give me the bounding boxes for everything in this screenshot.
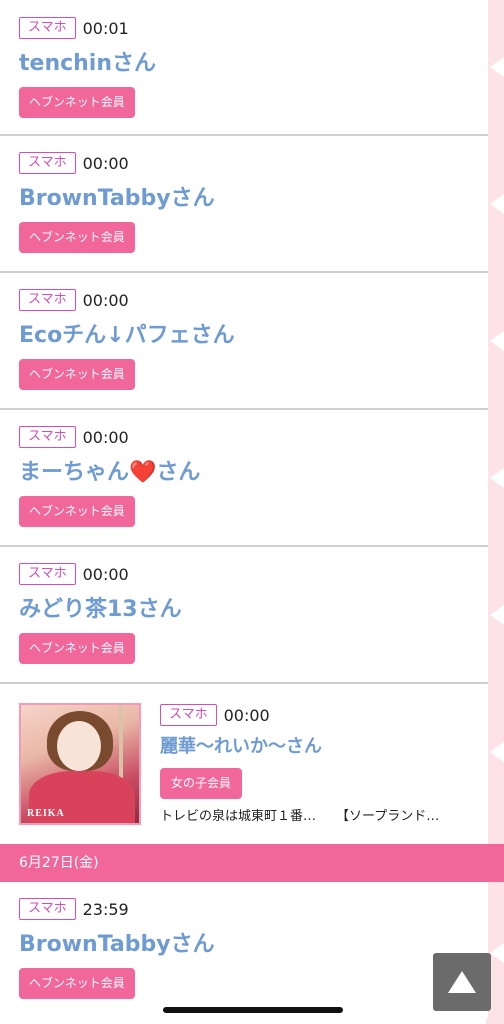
strip-notch bbox=[490, 943, 504, 963]
smartphone-badge: スマホ bbox=[19, 426, 76, 448]
smartphone-badge: スマホ bbox=[19, 152, 76, 174]
girl-name-link[interactable]: 麗華〜れいか〜さん bbox=[160, 736, 439, 758]
member-badge: ヘブンネット会員 bbox=[19, 496, 135, 527]
visit-time: 00:00 bbox=[82, 564, 129, 584]
visitor-name-link[interactable]: tenchinさん bbox=[19, 50, 488, 78]
list-item: スマホ 00:00 Ecoチん↓パフェさん ヘブンネット会員 bbox=[0, 273, 488, 410]
girl-photo[interactable]: REIKA bbox=[19, 703, 141, 825]
visit-time: 00:00 bbox=[82, 153, 129, 173]
girl-info: スマホ 00:00 麗華〜れいか〜さん 女の子会員 トレビの泉は城東町１番… 【ソ… bbox=[160, 704, 439, 824]
smartphone-badge: スマホ bbox=[19, 563, 76, 585]
home-indicator[interactable] bbox=[163, 1007, 343, 1013]
visit-time: 00:00 bbox=[82, 427, 129, 447]
smartphone-badge: スマホ bbox=[19, 289, 76, 311]
photo-caption: REIKA bbox=[27, 808, 65, 819]
smartphone-badge: スマホ bbox=[19, 898, 76, 920]
visit-time: 00:00 bbox=[82, 290, 129, 310]
visitor-name-link[interactable]: まーちゃん❤️さん bbox=[19, 459, 488, 487]
strip-notch bbox=[490, 605, 504, 625]
visitor-list: スマホ 00:01 tenchinさん ヘブンネット会員 スマホ 00:00 B… bbox=[0, 0, 504, 1019]
strip-notch bbox=[490, 57, 504, 77]
list-item: スマホ 00:01 tenchinさん ヘブンネット会員 bbox=[0, 0, 488, 136]
up-triangle-icon bbox=[448, 971, 476, 993]
smartphone-badge: スマホ bbox=[19, 17, 76, 39]
strip-notch bbox=[490, 331, 504, 351]
shop-name-link[interactable]: トレビの泉は城東町１番… bbox=[160, 809, 316, 824]
scroll-to-top-button[interactable] bbox=[433, 953, 491, 1011]
photo-face bbox=[57, 721, 101, 771]
list-item: スマホ 00:00 みどり茶13さん ヘブンネット会員 bbox=[0, 547, 488, 684]
shop-category: 【ソープランド… bbox=[336, 809, 440, 824]
visitor-name-link[interactable]: Ecoチん↓パフェさん bbox=[19, 322, 488, 350]
strip-notch bbox=[490, 194, 504, 214]
visitor-name-link[interactable]: BrownTabbyさん bbox=[19, 931, 488, 959]
visitor-name-link[interactable]: みどり茶13さん bbox=[19, 596, 488, 624]
list-item: スマホ 00:00 まーちゃん❤️さん ヘブンネット会員 bbox=[0, 410, 488, 547]
member-badge: ヘブンネット会員 bbox=[19, 968, 135, 999]
strip-notch bbox=[490, 742, 504, 762]
girl-member-badge: 女の子会員 bbox=[160, 768, 243, 799]
strip-notch bbox=[490, 468, 504, 488]
member-badge: ヘブンネット会員 bbox=[19, 359, 135, 390]
visitor-name-link[interactable]: BrownTabbyさん bbox=[19, 185, 488, 213]
list-item: スマホ 23:59 BrownTabbyさん ヘブンネット会員 bbox=[0, 882, 488, 1019]
member-badge: ヘブンネット会員 bbox=[19, 87, 135, 118]
list-item: スマホ 00:00 BrownTabbyさん ヘブンネット会員 bbox=[0, 136, 488, 273]
member-badge: ヘブンネット会員 bbox=[19, 633, 135, 664]
visit-time: 00:00 bbox=[223, 705, 270, 725]
shop-info: トレビの泉は城東町１番… 【ソープランド… bbox=[160, 805, 439, 824]
girl-list-item: REIKA スマホ 00:00 麗華〜れいか〜さん 女の子会員 トレビの泉は城東… bbox=[0, 684, 488, 844]
member-badge: ヘブンネット会員 bbox=[19, 222, 135, 253]
visit-time: 00:01 bbox=[82, 18, 129, 38]
date-header: 6月27日(金) bbox=[0, 844, 504, 882]
visit-time: 23:59 bbox=[82, 899, 129, 919]
smartphone-badge: スマホ bbox=[160, 704, 217, 726]
